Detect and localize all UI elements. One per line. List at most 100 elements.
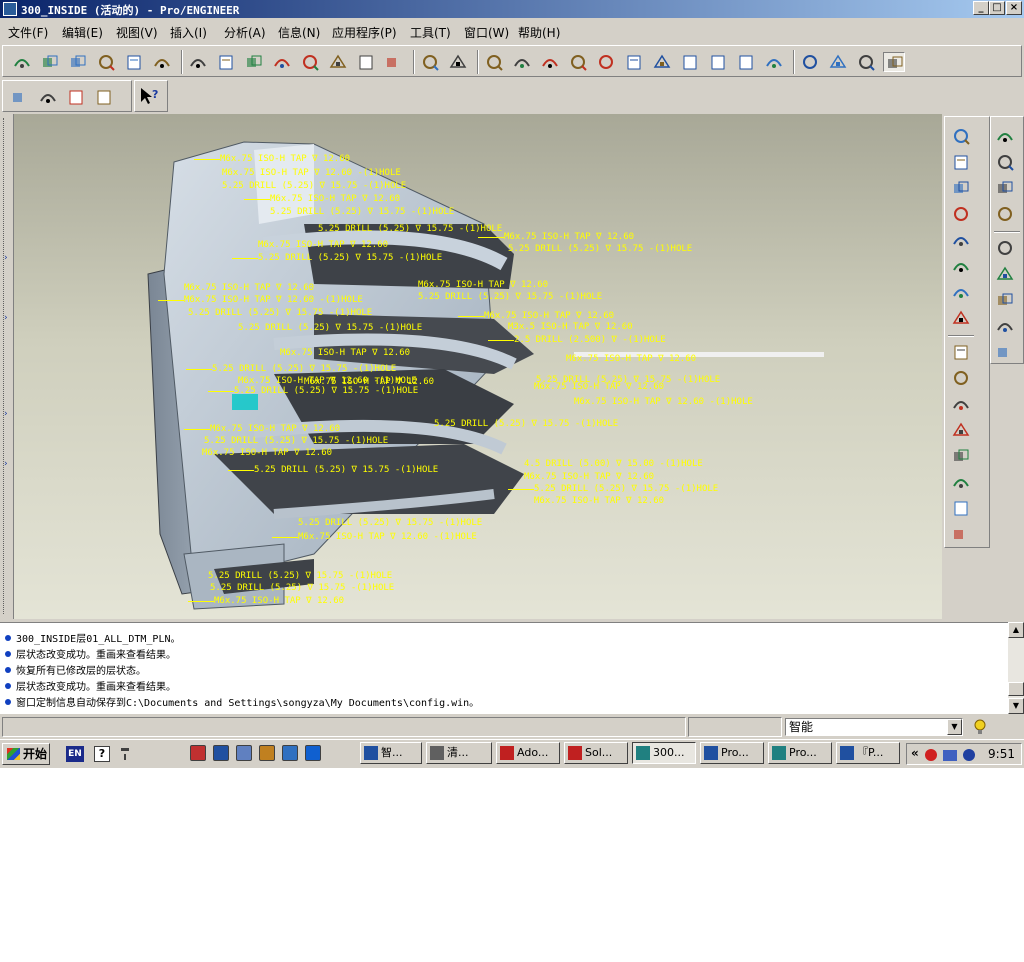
open-icon[interactable]: [39, 52, 61, 72]
paste-special-icon[interactable]: [327, 52, 349, 72]
reorient-icon[interactable]: [679, 52, 701, 72]
datum-plane-display-icon[interactable]: [9, 87, 31, 107]
datum-point-icon[interactable]: [950, 229, 972, 251]
datum-plane-icon[interactable]: [950, 151, 972, 173]
menu-info[interactable]: 信息(N): [278, 24, 320, 41]
datum-axis-display-icon[interactable]: [37, 87, 59, 107]
cut-icon[interactable]: [243, 52, 265, 72]
hidden-line-icon[interactable]: [827, 52, 849, 72]
paste-icon[interactable]: [299, 52, 321, 72]
menu-view[interactable]: 视图(V): [116, 24, 158, 41]
taskbar-button[interactable]: Pro...: [768, 742, 832, 764]
csys-display-icon[interactable]: [93, 87, 115, 107]
regenerate-icon[interactable]: [355, 52, 377, 72]
dropdown-arrow-icon[interactable]: ▼: [947, 719, 962, 735]
expand-chevron-icon[interactable]: ›: [4, 460, 12, 469]
thicken-icon[interactable]: [994, 315, 1016, 337]
solidify-icon[interactable]: [994, 341, 1016, 363]
pan-icon[interactable]: [567, 52, 589, 72]
quicklaunch-icon-1[interactable]: [190, 745, 206, 761]
revolve-icon[interactable]: [950, 367, 972, 389]
datum-curve-icon[interactable]: [950, 203, 972, 225]
no-hidden-icon[interactable]: [855, 52, 877, 72]
draft-icon[interactable]: [950, 523, 972, 545]
scroll-thumb[interactable]: [1008, 682, 1024, 696]
print-icon[interactable]: [95, 52, 117, 72]
chamfer-icon[interactable]: [994, 151, 1016, 173]
redo-icon[interactable]: [215, 52, 237, 72]
menu-file[interactable]: 文件(F): [8, 24, 48, 41]
taskbar-button[interactable]: Pro...: [700, 742, 764, 764]
spin-center-icon[interactable]: [511, 52, 533, 72]
datum-axis-icon[interactable]: [950, 177, 972, 199]
menu-edit[interactable]: 编辑(E): [62, 24, 103, 41]
help-icon[interactable]: ?: [94, 746, 110, 762]
email-link-icon[interactable]: [151, 52, 173, 72]
quicklaunch-icon-3[interactable]: [236, 745, 252, 761]
quicklaunch-icon-4[interactable]: [259, 745, 275, 761]
whats-this-icon[interactable]: ?: [138, 86, 160, 106]
taskbar-button[interactable]: 智...: [360, 742, 422, 764]
shading-icon[interactable]: [883, 52, 905, 72]
saved-views-icon[interactable]: [707, 52, 729, 72]
expand-chevron-icon[interactable]: ›: [4, 410, 12, 419]
layers-icon[interactable]: [735, 52, 757, 72]
expand-chevron-icon[interactable]: ›: [4, 314, 12, 323]
ie-icon[interactable]: [305, 745, 321, 761]
graphics-window[interactable]: M6x.75 ISO-H TAP ∇ 12.60 M6x.75 ISO-H TAP…: [14, 114, 942, 619]
scroll-up-icon[interactable]: ▲: [1008, 622, 1024, 638]
ime-options-icon[interactable]: [118, 746, 134, 762]
close-button[interactable]: ×: [1006, 1, 1022, 15]
quicklaunch-icon-2[interactable]: [213, 745, 229, 761]
menu-insert[interactable]: 插入(I): [170, 24, 207, 41]
mirror-icon[interactable]: [994, 203, 1016, 225]
email-icon[interactable]: [123, 52, 145, 72]
rib-icon[interactable]: [950, 497, 972, 519]
sketch-tool-icon[interactable]: [950, 125, 972, 147]
quicklaunch-icon-5[interactable]: [282, 745, 298, 761]
lightbulb-icon[interactable]: [972, 718, 988, 736]
model-tree-collapsed-strip[interactable]: › › › ›: [0, 114, 14, 619]
view-manager-icon[interactable]: [763, 52, 785, 72]
orient-icon[interactable]: [539, 52, 561, 72]
datum-point-display-icon[interactable]: [65, 87, 87, 107]
zoom-out-icon[interactable]: [623, 52, 645, 72]
find-icon[interactable]: [419, 52, 441, 72]
csys-icon[interactable]: [950, 255, 972, 277]
regen-manager-icon[interactable]: [383, 52, 405, 72]
offset-icon[interactable]: [994, 289, 1016, 311]
minimize-button[interactable]: _: [973, 1, 989, 15]
analysis-feature-icon[interactable]: [950, 281, 972, 303]
menu-analysis[interactable]: 分析(A): [224, 24, 266, 41]
sweep-icon[interactable]: [950, 393, 972, 415]
message-scrollbar[interactable]: ▲ ▼: [1008, 622, 1024, 714]
menu-window[interactable]: 窗口(W): [464, 24, 509, 41]
title-bar[interactable]: 300_INSIDE (活动的) - Pro/ENGINEER _ □ ×: [0, 0, 1024, 18]
start-button[interactable]: 开始: [2, 743, 50, 765]
save-icon[interactable]: [67, 52, 89, 72]
menu-tools[interactable]: 工具(T): [410, 24, 451, 41]
refit-icon[interactable]: [651, 52, 673, 72]
shell-icon[interactable]: [950, 471, 972, 493]
trim-icon[interactable]: [994, 263, 1016, 285]
hole-icon[interactable]: [950, 445, 972, 467]
menu-help[interactable]: 帮助(H): [518, 24, 560, 41]
select-box-icon[interactable]: [447, 52, 469, 72]
menu-applications[interactable]: 应用程序(P): [332, 24, 397, 41]
pattern-icon[interactable]: [994, 177, 1016, 199]
taskbar-button[interactable]: Sol...: [564, 742, 628, 764]
taskbar-button[interactable]: 『P...: [836, 742, 900, 764]
zoom-in-icon[interactable]: [595, 52, 617, 72]
scroll-down-icon[interactable]: ▼: [1008, 698, 1024, 714]
round-icon[interactable]: [994, 125, 1016, 147]
blend-icon[interactable]: [950, 419, 972, 441]
selection-filter-select[interactable]: 智能 ▼: [785, 718, 963, 736]
new-icon[interactable]: [11, 52, 33, 72]
undo-icon[interactable]: [187, 52, 209, 72]
extrude-icon[interactable]: [950, 341, 972, 363]
sketched-datum-icon[interactable]: [950, 307, 972, 329]
taskbar-button[interactable]: 清...: [426, 742, 492, 764]
merge-icon[interactable]: [994, 237, 1016, 259]
wireframe-icon[interactable]: [799, 52, 821, 72]
proe-app-icon[interactable]: [3, 2, 17, 16]
